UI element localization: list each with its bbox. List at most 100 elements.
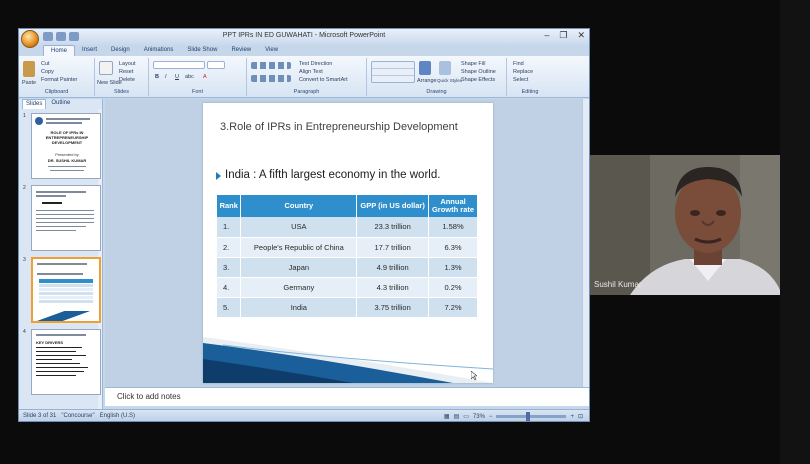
delete-button[interactable]: Delete xyxy=(119,77,135,83)
thumb-table-row xyxy=(39,288,93,291)
new-slide-icon[interactable] xyxy=(99,61,113,75)
thumb4-heading: KEY DRIVERS xyxy=(36,340,64,345)
thumb-text-line xyxy=(36,334,86,336)
tab-animations[interactable]: Animations xyxy=(137,45,181,56)
notes-pane[interactable]: Click to add notes xyxy=(105,387,589,406)
font-size-select[interactable] xyxy=(207,61,225,69)
format-painter-button[interactable]: Format Painter xyxy=(41,77,77,83)
shape-fill-button[interactable]: Shape Fill xyxy=(461,61,485,67)
normal-view-icon[interactable]: ▦ xyxy=(444,413,450,420)
font-color-icon[interactable]: A xyxy=(203,74,207,80)
paragraph-group: Text Direction Align Text Convert to Sma… xyxy=(247,58,367,96)
slide-editor[interactable]: 3.Role of IPRs in Entrepreneurship Devel… xyxy=(105,99,589,387)
convert-smartart-button[interactable]: Convert to SmartArt xyxy=(299,77,348,83)
ribbon-tabs: Home Insert Design Animations Slide Show… xyxy=(19,45,589,56)
text-direction-button[interactable]: Text Direction xyxy=(299,61,332,67)
reset-button[interactable]: Reset xyxy=(119,69,133,75)
slide-swoosh-decoration xyxy=(203,337,493,383)
panel-tabs: Slides Outline xyxy=(19,99,102,109)
slide-title[interactable]: 3.Role of IPRs in Entrepreneurship Devel… xyxy=(220,121,458,133)
zoom-out-icon[interactable]: − xyxy=(489,414,493,420)
copy-button[interactable]: Copy xyxy=(41,69,54,75)
underline-icon[interactable]: U xyxy=(175,74,179,80)
shape-outline-button[interactable]: Shape Outline xyxy=(461,69,496,75)
quick-styles-icon[interactable] xyxy=(439,61,451,75)
font-name-select[interactable] xyxy=(153,61,205,69)
thumb-text-line xyxy=(36,363,80,364)
thumb-table-row xyxy=(39,300,93,303)
arrange-button[interactable]: Arrange xyxy=(417,78,437,84)
align-icon[interactable] xyxy=(251,75,291,82)
slideshow-view-icon[interactable]: ▭ xyxy=(463,413,469,420)
select-button[interactable]: Select xyxy=(513,77,528,83)
editor-scrollbar[interactable] xyxy=(582,99,589,387)
drawing-label: Drawing xyxy=(426,89,447,95)
thumb-text-line xyxy=(36,191,86,193)
tab-slide-show[interactable]: Slide Show xyxy=(180,45,224,56)
bold-icon[interactable]: B xyxy=(155,74,159,80)
thumb-text-line xyxy=(36,210,94,211)
sorter-view-icon[interactable]: ▤ xyxy=(454,413,460,420)
thumb-swoosh xyxy=(33,311,99,321)
cell-rank: 4. xyxy=(217,277,242,298)
tab-insert[interactable]: Insert xyxy=(75,45,104,56)
thumb-text-line xyxy=(36,371,84,372)
language-indicator[interactable]: English (U.S) xyxy=(100,413,135,419)
cell-country: India xyxy=(240,297,358,318)
thumb-text-line xyxy=(36,226,86,227)
tab-review[interactable]: Review xyxy=(224,45,258,56)
tab-slides[interactable]: Slides xyxy=(22,99,47,109)
cell-rank: 5. xyxy=(217,297,242,318)
zoom-in-icon[interactable]: + xyxy=(570,414,574,420)
notes-placeholder: Click to add notes xyxy=(117,392,181,401)
maximize-button[interactable]: ❐ xyxy=(559,30,567,41)
tab-outline[interactable]: Outline xyxy=(48,99,73,109)
meeting-screen: PPT IPRs IN ED GUWAHATI - Microsoft Powe… xyxy=(0,0,810,464)
layout-button[interactable]: Layout xyxy=(119,61,136,67)
tab-home[interactable]: Home xyxy=(43,45,76,56)
cut-button[interactable]: Cut xyxy=(41,61,50,67)
paste-button[interactable]: Paste xyxy=(22,80,36,86)
powerpoint-window: PPT IPRs IN ED GUWAHATI - Microsoft Powe… xyxy=(18,28,590,422)
find-button[interactable]: Find xyxy=(513,61,524,67)
clipboard-group: Paste Cut Copy Format Painter Clipboard xyxy=(19,58,95,96)
close-button[interactable]: ✕ xyxy=(577,30,585,41)
participant-video-image xyxy=(590,155,810,295)
shape-effects-button[interactable]: Shape Effects xyxy=(461,77,495,83)
thumb-text-line xyxy=(48,166,86,167)
quick-styles-button[interactable]: Quick Styles xyxy=(437,78,462,83)
italic-icon[interactable]: I xyxy=(165,74,167,80)
participant-video[interactable] xyxy=(590,155,810,295)
fit-window-icon[interactable]: ⊡ xyxy=(578,413,583,420)
tab-view[interactable]: View xyxy=(258,45,285,56)
cell-country: People's Republic of China xyxy=(240,237,358,258)
strikethrough-icon[interactable]: abc xyxy=(185,74,194,80)
cell-growth: 1.3% xyxy=(428,257,478,278)
tab-design[interactable]: Design xyxy=(104,45,137,56)
paste-icon[interactable] xyxy=(23,61,35,77)
slide-bullet-text[interactable]: India : A fifth largest economy in the w… xyxy=(225,169,440,181)
office-button-icon[interactable] xyxy=(21,30,39,48)
current-slide[interactable]: 3.Role of IPRs in Entrepreneurship Devel… xyxy=(203,103,493,383)
drawing-group: Arrange Quick Styles Shape Fill Shape Ou… xyxy=(367,58,507,96)
thumb-text-line xyxy=(36,214,94,215)
thumb-text-line xyxy=(36,347,82,348)
slides-label: Slides xyxy=(114,89,129,95)
gdp-table[interactable]: Rank Country GPP (in US dollar) Annual G… xyxy=(217,195,478,318)
participant-name: Sushil Kumar xyxy=(594,280,642,289)
arrange-icon[interactable] xyxy=(419,61,431,75)
thumb-text-line xyxy=(36,375,76,376)
zoom-slider[interactable] xyxy=(496,412,567,421)
cell-country: Germany xyxy=(240,277,358,298)
window-controls: – ❐ ✕ xyxy=(544,30,585,41)
title-bar: PPT IPRs IN ED GUWAHATI - Microsoft Powe… xyxy=(19,29,589,45)
align-text-button[interactable]: Align Text xyxy=(299,69,323,75)
shapes-gallery[interactable] xyxy=(371,61,415,83)
minimize-button[interactable]: – xyxy=(544,30,549,41)
zoom-level[interactable]: 73% xyxy=(473,414,485,420)
thumb-table-row xyxy=(39,292,93,295)
thumb-text-line xyxy=(36,195,66,197)
zoom-slider-thumb[interactable] xyxy=(526,412,531,421)
replace-button[interactable]: Replace xyxy=(513,69,533,75)
bullets-icon[interactable] xyxy=(251,62,291,69)
